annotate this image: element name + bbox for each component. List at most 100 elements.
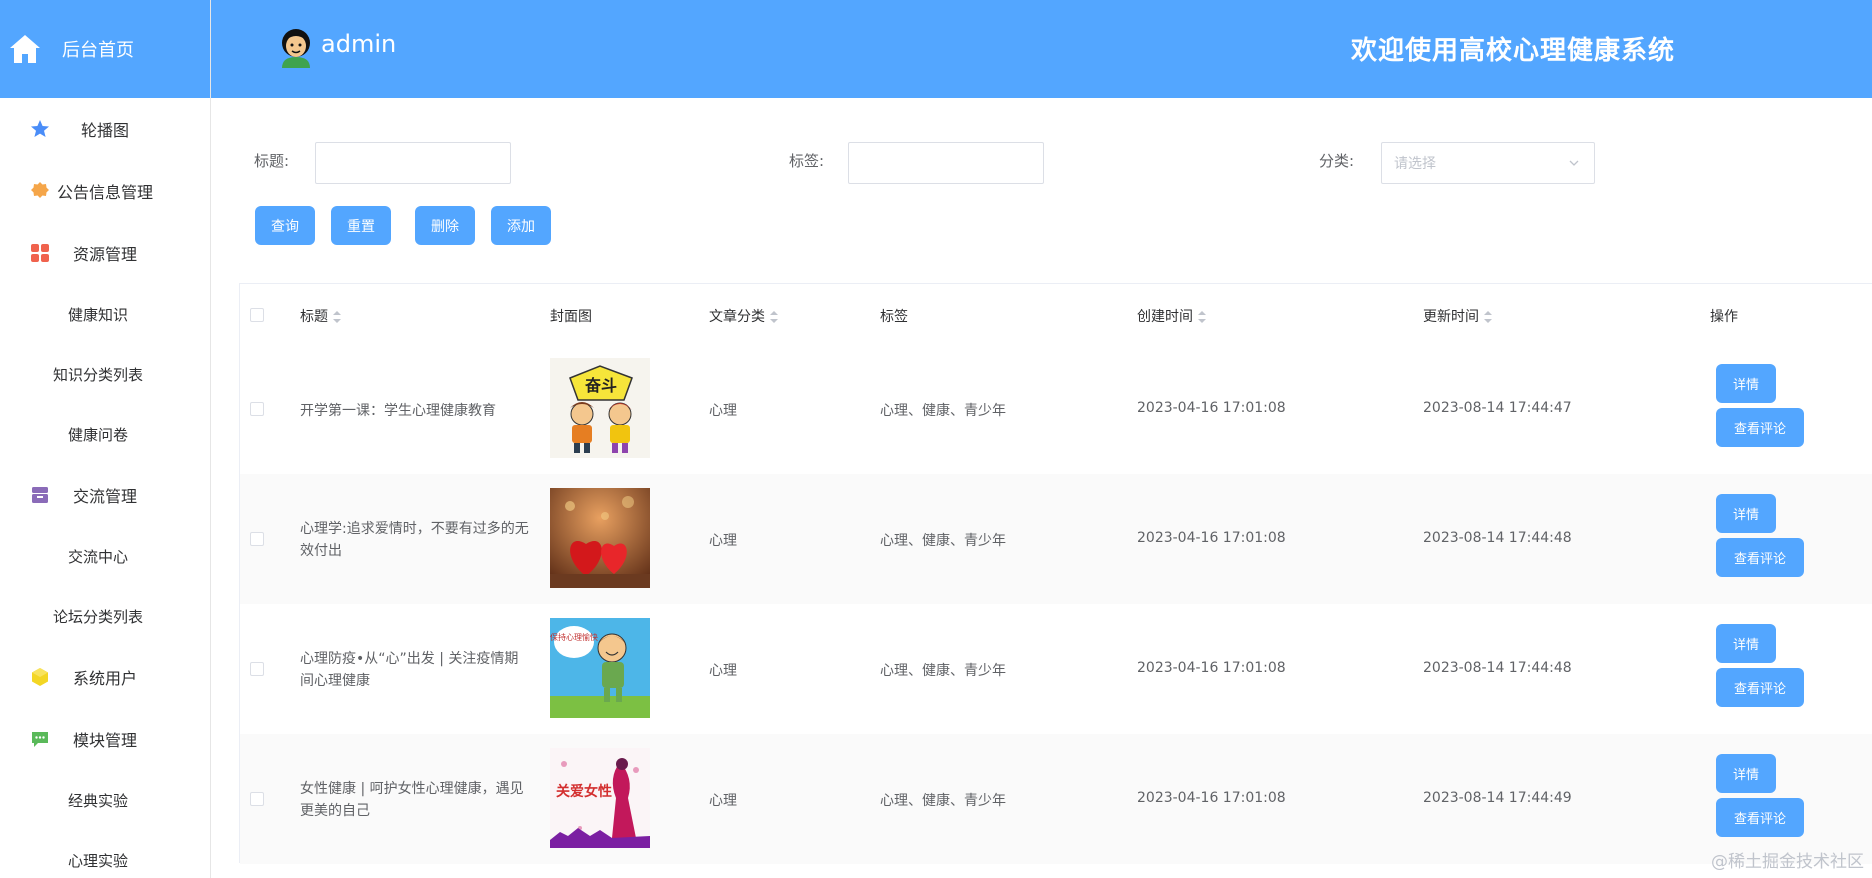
sidebar-item-label: 模块管理 <box>72 731 137 750</box>
sidebar-item-carousel[interactable]: 轮播图 <box>0 98 210 160</box>
row-checkbox[interactable] <box>250 402 264 416</box>
row-checkbox[interactable] <box>250 532 264 546</box>
add-button[interactable]: 添加 <box>491 206 551 245</box>
sidebar-item-notice[interactable]: 公告信息管理 <box>0 160 210 222</box>
sidebar-item-system-users[interactable]: 系统用户 <box>0 646 210 708</box>
column-header-actions: 操作 <box>1710 309 1738 325</box>
view-comments-button[interactable]: 查看评论 <box>1716 538 1804 577</box>
row-category: 心理 <box>709 403 737 419</box>
sidebar-item-label: 交流管理 <box>72 487 137 506</box>
sidebar-brand-label: 后台首页 <box>62 40 134 61</box>
detail-button[interactable]: 详情 <box>1716 624 1776 663</box>
sidebar-subitem-communication-center[interactable]: 交流中心 <box>0 526 210 586</box>
sidebar-subitem-label: 心理实验 <box>67 851 128 870</box>
chevron-down-icon <box>1569 160 1579 166</box>
home-icon <box>10 35 40 63</box>
watermark: @稀土掘金技术社区 <box>1711 852 1864 872</box>
detail-button[interactable]: 详情 <box>1716 364 1776 403</box>
sidebar-brand[interactable]: 后台首页 <box>0 0 210 98</box>
row-category: 心理 <box>709 533 737 549</box>
welcome-title: 欢迎使用高校心理健康系统 <box>1351 36 1676 66</box>
sidebar-item-label: 系统用户 <box>72 669 137 688</box>
row-updated: 2023-08-14 17:44:49 <box>1423 790 1572 806</box>
table-row: 女性健康 | 呵护女性心理健康，遇见更美的自己 关爱女性 心理 心理、健康、青少… <box>240 734 1872 864</box>
sidebar-item-communication[interactable]: 交流管理 <box>0 464 210 526</box>
sidebar-item-label: 公告信息管理 <box>56 183 153 202</box>
column-header-label: 创建时间 <box>1137 309 1193 325</box>
sidebar-subitem-classic-experiment[interactable]: 经典实验 <box>0 770 210 830</box>
category-select-placeholder: 请选择 <box>1394 156 1436 172</box>
row-tags: 心理、健康、青少年 <box>880 403 1006 419</box>
sidebar-item-label: 资源管理 <box>72 245 137 264</box>
detail-button[interactable]: 详情 <box>1716 494 1776 533</box>
cover-image: 保持心理愉快 <box>550 618 650 718</box>
top-header: admin 欢迎使用高校心理健康系统 <box>211 0 1872 98</box>
sidebar-menu: 轮播图 公告信息管理 资源管理 健康知识 知识分类列表 健康问卷 交流管理 交流… <box>0 98 210 878</box>
cube-icon <box>32 668 48 686</box>
row-checkbox[interactable] <box>250 662 264 676</box>
column-header-category[interactable]: 文章分类 <box>709 306 779 326</box>
cover-image: 奋斗 <box>550 358 650 458</box>
row-title: 心理学:追求爱情时，不要有过多的无效付出 <box>300 521 529 559</box>
sort-icon <box>1198 311 1206 323</box>
detail-button[interactable]: 详情 <box>1716 754 1776 793</box>
cover-image <box>550 488 650 588</box>
cover-caption: 保持心理愉快 <box>550 632 598 642</box>
row-tags: 心理、健康、青少年 <box>880 533 1006 549</box>
delete-button[interactable]: 删除 <box>415 206 475 245</box>
column-header-title[interactable]: 标题 <box>300 306 342 326</box>
row-updated: 2023-08-14 17:44:48 <box>1423 660 1572 676</box>
sidebar-subitem-label: 论坛分类列表 <box>52 607 143 626</box>
row-title: 心理防疫•从“心”出发 | 关注疫情期间心理健康 <box>300 651 519 689</box>
star-icon <box>31 120 49 137</box>
row-title: 女性健康 | 呵护女性心理健康，遇见更美的自己 <box>300 781 524 819</box>
chat-icon <box>32 732 48 747</box>
table-header: 标题 封面图 文章分类 标签 创建时间 更新时间 操作 <box>240 284 1872 344</box>
sidebar-item-resources[interactable]: 资源管理 <box>0 222 210 284</box>
username[interactable]: admin <box>321 30 396 58</box>
view-comments-button[interactable]: 查看评论 <box>1716 408 1804 447</box>
row-created: 2023-04-16 17:01:08 <box>1137 400 1286 416</box>
column-header-tags: 标签 <box>880 309 908 325</box>
table-row: 心理防疫•从“心”出发 | 关注疫情期间心理健康 保持心理愉快 心理 心理、健康… <box>240 604 1872 734</box>
column-header-label: 文章分类 <box>709 309 765 325</box>
sidebar-subitem-label: 健康问卷 <box>67 425 128 444</box>
sidebar-subitem-psych-experiment[interactable]: 心理实验 <box>0 830 210 878</box>
badge-icon <box>31 182 49 198</box>
article-table: 标题 封面图 文章分类 标签 创建时间 更新时间 操作 开学第一课：学生心理健康… <box>239 283 1872 864</box>
row-category: 心理 <box>709 663 737 679</box>
avatar[interactable] <box>277 26 315 68</box>
category-select[interactable]: 请选择 <box>1381 142 1595 184</box>
column-header-created[interactable]: 创建时间 <box>1137 306 1207 326</box>
title-filter-label: 标题: <box>254 152 290 170</box>
archive-icon <box>32 487 48 503</box>
select-all-checkbox[interactable] <box>250 308 264 322</box>
column-header-updated[interactable]: 更新时间 <box>1423 306 1493 326</box>
cover-caption: 奋斗 <box>584 376 617 395</box>
sidebar-subitem-label: 交流中心 <box>67 547 128 566</box>
view-comments-button[interactable]: 查看评论 <box>1716 798 1804 837</box>
sidebar-item-modules[interactable]: 模块管理 <box>0 708 210 770</box>
row-updated: 2023-08-14 17:44:48 <box>1423 530 1572 546</box>
sidebar-subitem-label: 经典实验 <box>67 791 128 810</box>
sidebar-subitem-knowledge-category[interactable]: 知识分类列表 <box>0 344 210 404</box>
row-created: 2023-04-16 17:01:08 <box>1137 660 1286 676</box>
view-comments-button[interactable]: 查看评论 <box>1716 668 1804 707</box>
reset-button[interactable]: 重置 <box>331 206 391 245</box>
sort-icon <box>1484 311 1492 323</box>
title-filter-input[interactable] <box>315 142 511 184</box>
tag-filter-input[interactable] <box>848 142 1044 184</box>
sidebar-subitem-health-knowledge[interactable]: 健康知识 <box>0 284 210 344</box>
sidebar-subitem-health-survey[interactable]: 健康问卷 <box>0 404 210 464</box>
row-title: 开学第一课：学生心理健康教育 <box>300 403 496 419</box>
sidebar-subitem-forum-category[interactable]: 论坛分类列表 <box>0 586 210 646</box>
row-updated: 2023-08-14 17:44:47 <box>1423 400 1572 416</box>
tag-filter-label: 标签: <box>789 152 825 170</box>
sidebar: 后台首页 轮播图 公告信息管理 资源管理 健康知识 知识分类列表 健康问卷 交流… <box>0 0 211 878</box>
row-checkbox[interactable] <box>250 792 264 806</box>
column-header-label: 更新时间 <box>1423 309 1479 325</box>
cover-caption: 关爱女性 <box>556 783 612 800</box>
query-button[interactable]: 查询 <box>255 206 315 245</box>
table-row: 心理学:追求爱情时，不要有过多的无效付出 心理 心理、健康、青少年 2023-0… <box>240 474 1872 604</box>
sidebar-item-label: 轮播图 <box>80 121 129 140</box>
